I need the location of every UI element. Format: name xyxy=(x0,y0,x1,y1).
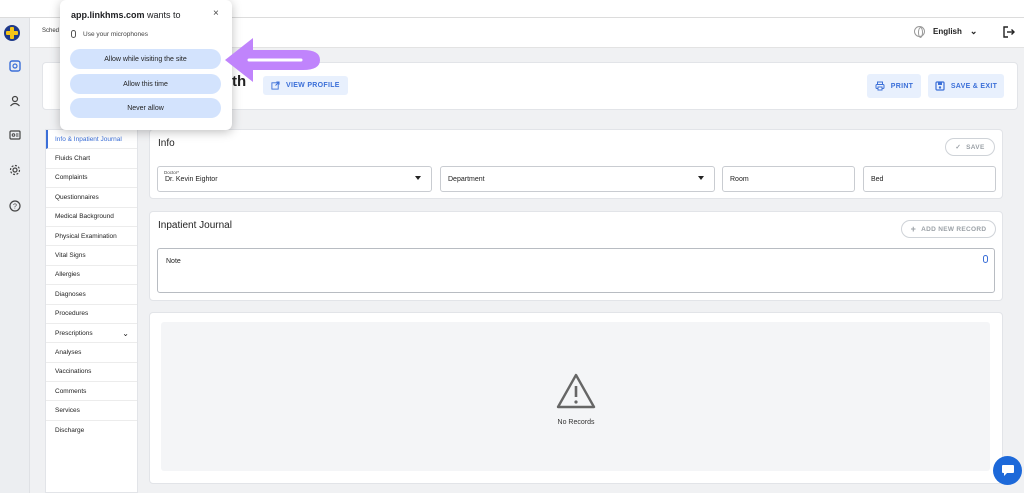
help-icon[interactable]: ? xyxy=(7,198,23,214)
add-new-record-button[interactable]: + ADD NEW RECORD xyxy=(901,220,996,238)
chevron-down-icon: ⌄ xyxy=(969,26,978,36)
annotation-arrow-icon xyxy=(225,38,320,82)
note-input[interactable]: Note xyxy=(157,248,995,293)
plus-icon: + xyxy=(910,224,917,234)
menu-item-vital-signs[interactable]: Vital Signs xyxy=(46,246,137,266)
menu-item-fluids-chart[interactable]: Fluids Chart xyxy=(46,149,137,169)
microphone-icon[interactable] xyxy=(983,255,988,263)
allow-this-time-button[interactable]: Allow this time xyxy=(70,74,221,94)
menu-item-vaccinations[interactable]: Vaccinations xyxy=(46,363,137,383)
room-placeholder: Room xyxy=(730,176,749,183)
menu-item-discharge[interactable]: Discharge xyxy=(46,421,137,440)
warning-icon xyxy=(556,373,596,409)
never-allow-button[interactable]: Never allow xyxy=(70,98,221,118)
info-title: Info xyxy=(158,138,175,149)
doctor-select[interactable]: Doctor* Dr. Kevin Eightor xyxy=(157,166,432,192)
globe-icon xyxy=(914,26,925,38)
bed-placeholder: Bed xyxy=(871,176,884,183)
menu-item-physical-examination[interactable]: Physical Examination xyxy=(46,227,137,247)
bed-field[interactable]: Bed xyxy=(863,166,996,192)
section-menu: Info & Inpatient Journal Fluids Chart Co… xyxy=(45,129,138,493)
menu-item-diagnoses[interactable]: Diagnoses xyxy=(46,285,137,305)
inpatient-journal-title: Inpatient Journal xyxy=(158,220,232,231)
add-record-label: ADD NEW RECORD xyxy=(921,225,987,233)
menu-item-services[interactable]: Services xyxy=(46,401,137,421)
app-logo[interactable] xyxy=(4,25,20,41)
close-icon[interactable]: × xyxy=(213,8,219,19)
logout-icon[interactable] xyxy=(1002,25,1016,39)
menu-item-complaints[interactable]: Complaints xyxy=(46,169,137,189)
print-label: PRINT xyxy=(890,82,914,90)
printer-icon xyxy=(875,81,885,91)
user-icon[interactable] xyxy=(7,93,23,109)
menu-item-allergies[interactable]: Allergies xyxy=(46,266,137,286)
language-selector[interactable]: English ⌄ xyxy=(914,26,978,38)
popup-origin: app.linkhms.com xyxy=(71,10,145,20)
chat-support-button[interactable] xyxy=(993,456,1022,485)
info-save-button[interactable]: ✓ SAVE xyxy=(945,138,995,156)
permission-text: Use your microphones xyxy=(83,30,149,38)
save-exit-label: SAVE & EXIT xyxy=(950,82,998,90)
menu-item-questionnaires[interactable]: Questionnaires xyxy=(46,188,137,208)
menu-item-info-journal[interactable]: Info & Inpatient Journal xyxy=(46,130,137,150)
note-placeholder: Note xyxy=(166,258,181,265)
info-save-label: SAVE xyxy=(966,143,985,151)
floppy-icon xyxy=(935,81,945,91)
menu-item-procedures[interactable]: Procedures xyxy=(46,305,137,324)
language-label: English xyxy=(933,27,962,36)
chat-bubble-icon xyxy=(1001,465,1014,476)
doctor-field-label: Doctor* xyxy=(164,170,180,175)
menu-item-medical-background[interactable]: Medical Background xyxy=(46,208,137,227)
popup-wants-to: wants to xyxy=(147,10,181,20)
dropdown-caret-icon xyxy=(698,176,704,180)
chevron-down-icon: ⌄ xyxy=(122,328,129,338)
room-field[interactable]: Room xyxy=(722,166,855,192)
department-select[interactable]: Department xyxy=(440,166,715,192)
gear-icon[interactable] xyxy=(7,162,23,178)
permission-row: Use your microphones xyxy=(71,30,148,38)
svg-text:?: ? xyxy=(13,204,17,211)
save-exit-button[interactable]: SAVE & EXIT xyxy=(928,74,1004,98)
microphone-permission-popup: app.linkhms.com wants to × Use your micr… xyxy=(60,0,232,130)
dashboard-icon[interactable] xyxy=(7,58,23,74)
id-card-icon[interactable] xyxy=(7,127,23,143)
no-records-text: No Records xyxy=(557,419,595,426)
menu-item-analyses[interactable]: Analyses xyxy=(46,343,137,363)
schedule-tab-label[interactable]: Sched xyxy=(42,28,59,34)
menu-item-comments[interactable]: Comments xyxy=(46,382,137,402)
left-rail: ? xyxy=(0,18,30,493)
menu-item-prescriptions[interactable]: Prescriptions ⌄ xyxy=(46,324,137,344)
doctor-field-value: Dr. Kevin Eightor xyxy=(165,176,218,183)
department-placeholder: Department xyxy=(448,176,485,183)
dropdown-caret-icon xyxy=(415,176,421,180)
print-button[interactable]: PRINT xyxy=(867,74,921,98)
allow-while-visiting-button[interactable]: Allow while visiting the site xyxy=(70,49,221,69)
popup-title: app.linkhms.com wants to xyxy=(71,10,181,20)
check-icon: ✓ xyxy=(955,144,962,151)
microphone-icon xyxy=(71,30,76,38)
